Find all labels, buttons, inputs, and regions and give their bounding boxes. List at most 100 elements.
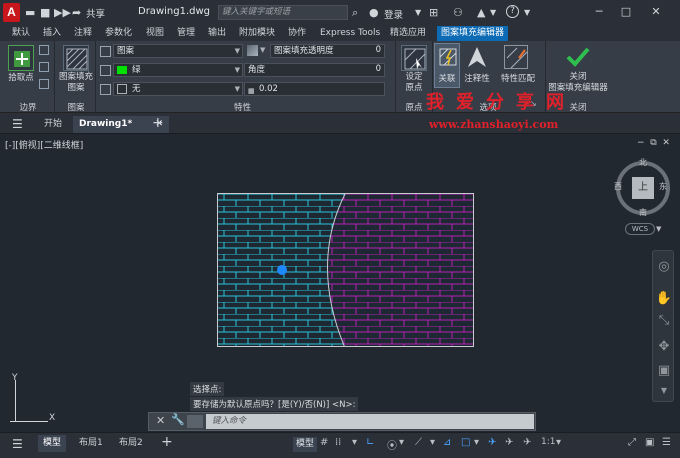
tab-hatch-editor[interactable]: 图案填充编辑器 xyxy=(437,26,509,41)
user-icon[interactable]: ● xyxy=(369,6,379,19)
orbit-icon[interactable]: ✥ xyxy=(653,339,675,354)
hamburger-icon[interactable]: ☰ xyxy=(12,117,23,131)
compass-west[interactable]: 西 xyxy=(614,181,622,192)
save-icon[interactable]: ■ xyxy=(40,6,50,19)
polar-icon[interactable]: ⦿ xyxy=(387,437,397,452)
maximize-button[interactable]: □ xyxy=(615,4,637,20)
hatch-color-select[interactable]: 绿 ▼ xyxy=(113,63,243,77)
tab-layout1[interactable]: 布局1 xyxy=(74,435,108,452)
object-snap-icon[interactable]: □ xyxy=(461,437,470,448)
pan-icon[interactable]: ✋ xyxy=(653,291,675,306)
background-color-select[interactable]: 无 ▼ xyxy=(113,82,243,96)
tab-collaborate[interactable]: 协作 xyxy=(286,26,308,41)
tab-view[interactable]: 视图 xyxy=(144,26,166,41)
isodraft-dropdown-icon[interactable]: ▾ xyxy=(430,437,435,448)
tab-express-tools[interactable]: Express Tools xyxy=(318,26,382,41)
isodraft-icon[interactable]: ⟋ xyxy=(415,437,422,448)
navbar-dropdown-icon[interactable]: ▼ xyxy=(653,386,675,395)
match-properties-button[interactable]: 特性匹配 xyxy=(496,72,540,84)
annotation-scale-value[interactable]: 1:1 xyxy=(541,437,555,447)
compass-north[interactable]: 北 xyxy=(639,157,647,168)
tab-output[interactable]: 输出 xyxy=(206,26,228,41)
help-icon[interactable]: ? xyxy=(506,5,519,18)
boundary-panel-title[interactable]: 边界 xyxy=(6,101,50,113)
grid-icon[interactable]: # xyxy=(320,437,328,448)
select-boundary-icon[interactable] xyxy=(39,45,49,55)
annotation-scale-icon[interactable]: ✈ xyxy=(523,437,531,448)
tab-start[interactable]: 开始 xyxy=(38,116,68,133)
new-layout-icon[interactable]: + xyxy=(161,434,173,450)
triangle-icon[interactable]: ▲ xyxy=(477,6,485,19)
menu-icon[interactable]: ▬ xyxy=(25,6,35,19)
checkmark-icon[interactable] xyxy=(565,45,591,72)
close-command-icon[interactable]: ✕ xyxy=(156,414,165,427)
polar-dropdown-icon[interactable]: ▾ xyxy=(399,437,404,448)
share-button[interactable]: 共享 xyxy=(86,6,105,20)
wcs-menu[interactable]: WCS xyxy=(625,223,655,235)
share-icon[interactable]: ➦ xyxy=(72,6,81,19)
ortho-icon[interactable]: ∟ xyxy=(366,437,374,448)
tab-addins[interactable]: 附加模块 xyxy=(237,26,277,41)
command-input[interactable]: 键入命令 xyxy=(206,414,534,429)
tab-featured-apps[interactable]: 精选应用 xyxy=(388,26,428,41)
hatch-type-select[interactable]: 图案 ▼ xyxy=(113,44,243,58)
search-icon[interactable]: ⌕ xyxy=(352,6,358,20)
people-icon[interactable]: ⚇ xyxy=(453,6,463,19)
remove-boundary-icon[interactable] xyxy=(39,62,49,72)
viewcube-top[interactable]: 上 xyxy=(632,177,654,199)
wcs-dropdown-icon[interactable]: ▼ xyxy=(656,225,661,233)
viewport-controls[interactable]: [-][俯视][二维线框] xyxy=(5,138,83,151)
transparency-value[interactable]: 0 xyxy=(340,44,385,58)
fullscreen-icon[interactable]: ⤢ xyxy=(628,437,636,448)
snap-dropdown-icon[interactable]: ▾ xyxy=(352,437,357,448)
annotative-icon[interactable] xyxy=(466,45,488,72)
hatch-pattern-icon[interactable] xyxy=(63,45,89,71)
steering-wheel-icon[interactable]: ◎ xyxy=(653,259,675,274)
angle-value[interactable]: 0 xyxy=(340,63,385,77)
annotation-visibility-icon[interactable]: ✈ xyxy=(488,437,496,448)
minimize-button[interactable]: ─ xyxy=(588,4,610,20)
tab-layout2[interactable]: 布局2 xyxy=(114,435,148,452)
match-properties-icon[interactable] xyxy=(504,45,528,69)
hardware-accel-icon[interactable]: ▣ xyxy=(645,437,654,448)
autocad-logo[interactable]: A xyxy=(3,3,20,22)
set-origin-icon[interactable] xyxy=(401,45,427,71)
transparency-dropdown-icon[interactable]: ▼ xyxy=(260,46,265,54)
showmotion-icon[interactable]: ▣ xyxy=(653,363,675,378)
model-space-button[interactable]: 模型 xyxy=(293,437,318,452)
tab-manage[interactable]: 管理 xyxy=(175,26,197,41)
login-button[interactable]: 登录 xyxy=(384,7,403,21)
scale-field[interactable]: ▦ 0.02 xyxy=(244,82,385,96)
help-dropdown-icon[interactable]: ▼ xyxy=(524,8,530,17)
tab-parametric[interactable]: 参数化 xyxy=(103,26,134,41)
object-snap-track-icon[interactable]: ⊿ xyxy=(443,437,451,448)
compass-east[interactable]: 东 xyxy=(659,181,667,192)
customization-icon[interactable]: ☰ xyxy=(662,437,671,448)
compass-south[interactable]: 南 xyxy=(639,207,647,218)
tab-model[interactable]: 模型 xyxy=(38,435,67,452)
hatch-rectangle[interactable] xyxy=(217,193,474,347)
viewport-window-controls[interactable]: − ⧉ ✕ xyxy=(637,138,670,148)
new-tab-icon[interactable]: + xyxy=(152,115,164,131)
play-icon[interactable]: ▶▶ xyxy=(54,6,71,19)
pattern-button[interactable]: 图案填充 图案 xyxy=(56,72,96,94)
tab-annotate[interactable]: 注释 xyxy=(72,26,94,41)
autoscale-icon[interactable]: ✈ xyxy=(505,437,513,448)
zoom-icon[interactable]: ⤡ xyxy=(653,313,675,328)
associative-icon[interactable] xyxy=(438,47,458,70)
customize-icon[interactable]: 🔧 xyxy=(171,413,185,426)
dropdown-icon[interactable]: ▼ xyxy=(490,8,496,17)
osnap-dropdown-icon[interactable]: ▾ xyxy=(474,437,479,448)
associative-button[interactable]: 关联 xyxy=(434,72,460,84)
search-input[interactable]: 键入关键字或短语 xyxy=(218,5,348,20)
cart-icon[interactable]: ⊞ xyxy=(429,6,438,19)
properties-panel-title[interactable]: 特性 xyxy=(100,101,385,113)
hatch-origin-grip[interactable] xyxy=(277,265,287,275)
close-button[interactable]: ✕ xyxy=(645,4,667,20)
recent-commands-icon[interactable] xyxy=(187,415,203,428)
snap-icon[interactable]: ⁞⁞ xyxy=(335,437,341,448)
pick-point-button[interactable]: 拾取点 xyxy=(4,71,38,83)
scale-dropdown-icon[interactable]: ▾ xyxy=(556,437,561,448)
pick-point-icon[interactable] xyxy=(8,45,34,71)
tab-default[interactable]: 默认 xyxy=(10,26,32,41)
